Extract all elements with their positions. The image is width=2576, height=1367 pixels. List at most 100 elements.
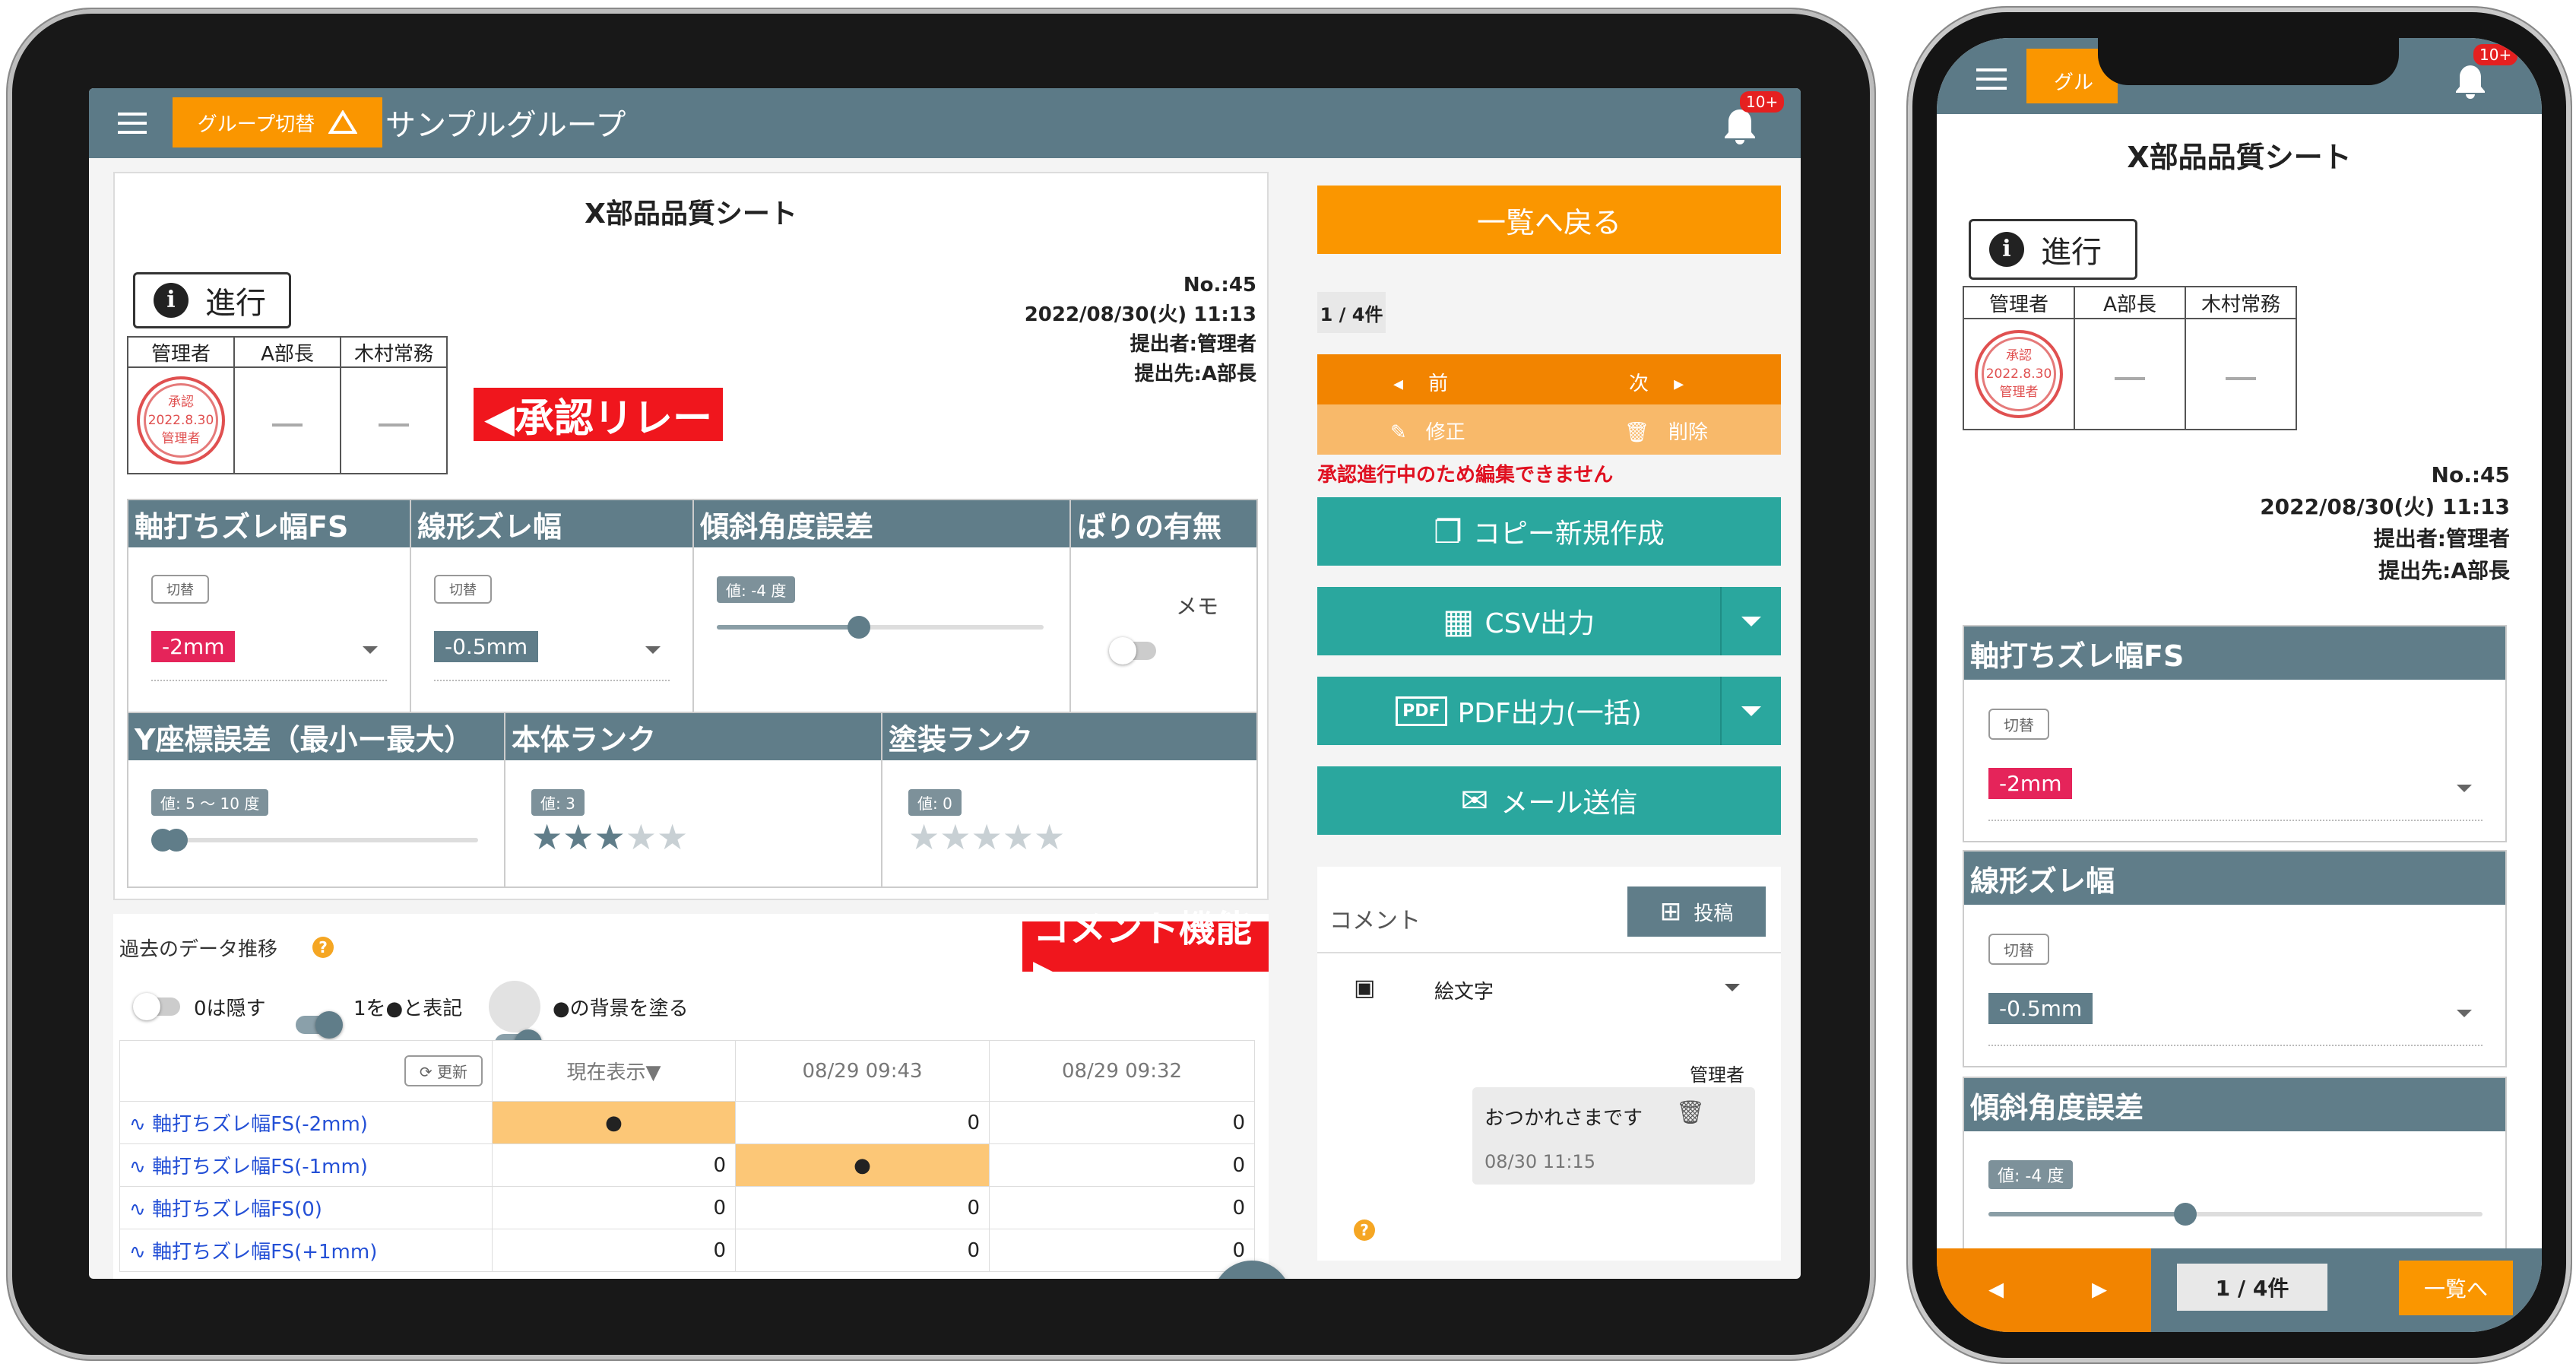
pending-approval-cell (340, 366, 448, 474)
table-cell: 0 (989, 1229, 1255, 1272)
refresh-button[interactable]: ⟳ 更新 (404, 1055, 483, 1086)
switch-chip[interactable]: 切替 (434, 575, 492, 604)
progress-button[interactable]: i 進行 (133, 272, 291, 328)
star-icon[interactable]: ★ (971, 817, 1003, 858)
field-body-rank: 本体ランク 値: 3 ★★★★★ (505, 713, 882, 886)
toggle-label: 0は隠す (194, 997, 266, 1020)
star-icon[interactable]: ★ (1034, 817, 1065, 858)
comment-label: コメント (1329, 908, 1421, 934)
row-label[interactable]: ∿ 軸打ちズレ幅FS(-2mm) (119, 1101, 493, 1144)
star-icon[interactable]: ★ (939, 817, 971, 858)
action-panel: 一覧へ戻る ◂ 前 次 ▸ 1 / 4件 ✎ 修正 🗑 削除 承認進行中のため編… (1287, 172, 1801, 1279)
switch-chip[interactable]: 切替 (1988, 934, 2049, 965)
value-tag: 値: -4 度 (1988, 1160, 2074, 1189)
iphone-notch (2098, 38, 2399, 85)
csv-dropdown-toggle[interactable] (1720, 587, 1781, 655)
star-rating[interactable]: ★★★★★ (908, 820, 1065, 855)
prev-button[interactable]: ◂ 前 (1393, 368, 1448, 396)
star-icon[interactable]: ★ (531, 817, 562, 858)
chevron-down-icon (2457, 785, 2472, 792)
sheet-number: No.:45 (2431, 462, 2510, 487)
hide-zero-toggle[interactable] (133, 993, 180, 1020)
help-icon[interactable]: ? (1354, 1220, 1375, 1241)
slider-track[interactable] (1988, 1203, 2483, 1226)
emoji-icon: ▣ (1354, 975, 1376, 1001)
divider (1317, 952, 1781, 953)
value-select[interactable]: -2mm (1988, 756, 2483, 821)
slider-track[interactable] (717, 616, 1044, 639)
edit-button: ✎ 修正 (1390, 421, 1465, 444)
menu-icon[interactable] (118, 122, 147, 125)
csv-export-button[interactable]: ▦ CSV出力 (1317, 587, 1781, 655)
post-button[interactable]: ⊞ 投稿 (1627, 886, 1766, 937)
field-burr: ばりの有無 メモ (1071, 500, 1256, 712)
pending-approval-cell (2185, 318, 2297, 430)
progress-label: 進行 (205, 286, 266, 321)
range-slider-track[interactable] (151, 829, 478, 852)
recipient: 提出先:A部長 (1134, 363, 1256, 385)
switch-chip[interactable]: 切替 (151, 575, 209, 604)
star-icon[interactable]: ★ (908, 817, 939, 858)
chevron-down-icon[interactable] (1725, 984, 1740, 991)
field-label: 線形ズレ幅 (1964, 852, 2505, 905)
sheet-title: X部品品質シート (2127, 141, 2352, 174)
field-tilt-angle: 傾斜角度誤差 値: -4 度 (1963, 1077, 2507, 1274)
next-button[interactable]: 次 ▸ (1629, 368, 1684, 396)
progress-button[interactable]: i 進行 (1969, 219, 2137, 280)
progress-label: 進行 (2041, 235, 2102, 270)
value-select[interactable]: -2mm (151, 620, 387, 681)
group-switch-button[interactable]: グループ切替 (173, 97, 382, 147)
approval-stamp: 承認 2022.8.30 管理者 (137, 376, 225, 465)
help-icon[interactable]: ? (312, 937, 334, 958)
send-mail-button[interactable]: ✉ メール送信 (1317, 766, 1781, 835)
grid-icon: ▦ (1442, 601, 1475, 641)
toggle-focus-ring (489, 981, 540, 1032)
table-cell: 0 (735, 1186, 990, 1229)
recipient: 提出先:A部長 (2378, 558, 2510, 583)
row-label[interactable]: ∿ 軸打ちズレ幅FS(0) (119, 1186, 493, 1229)
table-cell: 0 (989, 1186, 1255, 1229)
pdf-dropdown-toggle[interactable] (1720, 677, 1781, 745)
switch-chip[interactable]: 切替 (1988, 709, 2049, 740)
approval-stamp-cell: 承認 2022.8.30 管理者 (1963, 318, 2075, 430)
slider-handle[interactable] (2174, 1203, 2197, 1226)
one-as-dot-toggle[interactable] (296, 1011, 343, 1039)
back-to-list-button[interactable]: 一覧へ戻る (1317, 186, 1781, 254)
back-to-list-button[interactable]: 一覧へ (2399, 1261, 2513, 1315)
submitter: 提出者:管理者 (1130, 333, 1256, 356)
value-select[interactable]: -0.5mm (434, 620, 670, 681)
field-label: 塗装ランク (882, 713, 1256, 760)
value-select[interactable]: -0.5mm (1988, 981, 2483, 1046)
row-label[interactable]: ∿ 軸打ちズレ幅FS(+1mm) (119, 1229, 493, 1272)
row-label[interactable]: ∿ 軸打ちズレ幅FS(-1mm) (119, 1143, 493, 1187)
emoji-picker-label[interactable]: 絵文字 (1434, 976, 1494, 1004)
next-arrow-icon[interactable]: ▸ (2092, 1271, 2107, 1306)
range-max-handle[interactable] (165, 829, 188, 852)
warning-triangle-icon (328, 110, 358, 134)
star-icon[interactable]: ★ (657, 817, 688, 858)
column-header[interactable]: 現在表示▼ (492, 1040, 736, 1102)
table-cell: ● (492, 1101, 736, 1144)
star-icon[interactable]: ★ (594, 817, 626, 858)
bell-icon[interactable] (2454, 62, 2487, 102)
table-cell: 0 (492, 1186, 736, 1229)
chevron-down-icon (2457, 1010, 2472, 1017)
memo-toggle[interactable] (1109, 637, 1156, 664)
star-rating[interactable]: ★★★★★ (531, 820, 688, 855)
mail-icon: ✉ (1460, 781, 1489, 820)
prev-arrow-icon[interactable]: ◂ (1988, 1271, 2004, 1306)
star-icon[interactable]: ★ (562, 817, 594, 858)
table-cell: 0 (735, 1229, 990, 1272)
menu-icon[interactable] (1976, 78, 2007, 81)
copy-new-button[interactable]: ❐ コピー新規作成 (1317, 497, 1781, 566)
approval-stamp-cell: 承認 2022.8.30 管理者 (127, 366, 235, 474)
star-icon[interactable]: ★ (626, 817, 657, 858)
comment-text: おつかれさまです (1484, 1107, 1643, 1130)
field-shaft-shift: 軸打ちズレ幅FS 切替 -2mm (1963, 625, 2507, 842)
star-icon[interactable]: ★ (1003, 817, 1034, 858)
trash-icon[interactable]: 🗑 (1676, 1099, 1705, 1126)
edit-lock-warning: 承認進行中のため編集できません (1317, 464, 1614, 487)
table-cell: 0 (989, 1101, 1255, 1144)
pdf-export-button[interactable]: PDF PDF出力(一括) (1317, 677, 1781, 745)
slider-handle[interactable] (848, 616, 870, 639)
